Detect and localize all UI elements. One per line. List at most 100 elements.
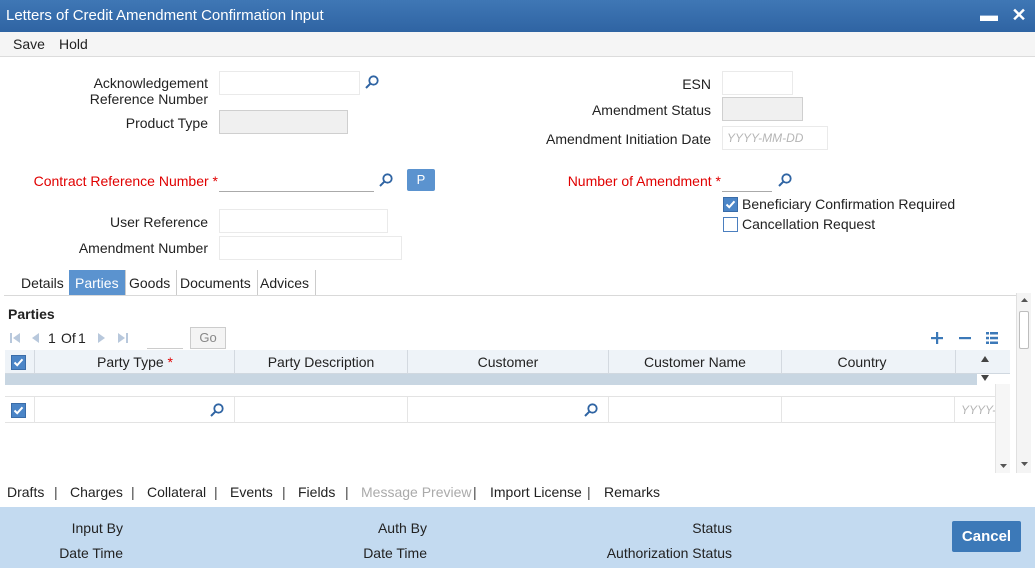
minimize-icon[interactable]: ▬ — [978, 4, 1000, 26]
tab-divider — [4, 295, 1016, 296]
number-of-amendment-input[interactable] — [722, 168, 772, 192]
message-preview-link: Message Preview — [361, 484, 472, 500]
ack-ref-search-icon[interactable] — [364, 74, 380, 90]
scroll-up-icon[interactable] — [1020, 297, 1029, 303]
parties-section-title: Parties — [8, 306, 55, 322]
customer-search-icon[interactable] — [583, 402, 599, 418]
party-description-header[interactable]: Party Description — [235, 354, 407, 370]
menu-bar: Save Hold — [0, 32, 1035, 57]
first-page-icon[interactable] — [9, 332, 21, 344]
single-view-icon[interactable] — [985, 331, 999, 345]
separator: | — [587, 484, 591, 500]
contract-ref-input[interactable] — [219, 168, 374, 192]
collateral-link[interactable]: Collateral — [147, 484, 206, 500]
user-reference-field[interactable] — [219, 209, 388, 233]
check-icon — [13, 358, 24, 367]
status-label: Status — [692, 520, 732, 536]
authorization-status-label: Authorization Status — [606, 545, 732, 561]
tab-goods[interactable]: Goods — [123, 270, 178, 296]
close-icon[interactable]: ✕ — [1008, 4, 1030, 26]
ack-ref-input[interactable] — [219, 71, 360, 95]
number-of-amendment-search-icon[interactable] — [777, 172, 793, 188]
next-page-icon[interactable] — [96, 332, 108, 344]
customer-cell[interactable] — [408, 397, 609, 423]
party-description-cell[interactable] — [235, 397, 408, 423]
separator: | — [131, 484, 135, 500]
separator: | — [214, 484, 218, 500]
grid-scrollbar-down-icon[interactable] — [999, 463, 1008, 469]
amendment-status-field — [722, 97, 803, 121]
product-type-label: Product Type — [125, 115, 208, 131]
beneficiary-confirmation-label: Beneficiary Confirmation Required — [742, 196, 956, 212]
grid-scrollbar[interactable] — [995, 384, 1010, 473]
separator: | — [473, 484, 477, 500]
page-scrollbar[interactable] — [1016, 293, 1031, 473]
subsystem-bar: Drafts | Charges | Collateral | Events |… — [0, 481, 1035, 505]
party-type-header[interactable]: Party Type * — [35, 354, 235, 370]
import-license-link[interactable]: Import License — [490, 484, 582, 500]
number-of-amendment-label-text: Number of Amendment — [567, 173, 712, 189]
last-page-icon[interactable] — [117, 332, 129, 344]
scroll-thumb[interactable] — [1019, 311, 1029, 349]
add-row-icon[interactable] — [930, 331, 944, 345]
delete-row-icon[interactable] — [958, 331, 972, 345]
fields-link[interactable]: Fields — [298, 484, 335, 500]
hold-button[interactable]: Hold — [59, 36, 88, 52]
page-number-input[interactable] — [147, 327, 183, 349]
input-by-label: Input By — [71, 520, 123, 536]
select-all-checkbox[interactable] — [11, 355, 26, 370]
customer-name-cell[interactable] — [609, 397, 782, 423]
p-button[interactable]: P — [407, 169, 435, 191]
separator: | — [282, 484, 286, 500]
contract-ref-search-icon[interactable] — [378, 172, 394, 188]
tab-advices[interactable]: Advices — [254, 270, 317, 296]
cancellation-request-checkbox[interactable] — [723, 217, 738, 232]
grid-scroll-up-icon[interactable] — [980, 355, 990, 363]
tab-parties[interactable]: Parties — [69, 270, 126, 296]
esn-field[interactable] — [722, 71, 793, 95]
required-marker: * — [167, 354, 173, 370]
drafts-link[interactable]: Drafts — [7, 484, 44, 500]
row-select-checkbox[interactable] — [11, 403, 26, 418]
party-type-header-text: Party Type — [96, 354, 164, 370]
country-header[interactable]: Country — [782, 354, 942, 370]
go-button[interactable]: Go — [190, 327, 226, 349]
scroll-down-icon[interactable] — [1020, 461, 1029, 467]
number-of-amendment-label: Number of Amendment * — [540, 173, 721, 189]
customer-name-header[interactable]: Customer Name — [609, 354, 781, 370]
pager-of-label: Of — [61, 330, 76, 346]
charges-link[interactable]: Charges — [70, 484, 123, 500]
tab-documents[interactable]: Documents — [174, 270, 258, 296]
events-link[interactable]: Events — [230, 484, 273, 500]
date-time-label: Date Time — [59, 545, 123, 561]
pager-total: 1 — [78, 330, 86, 346]
grid-header-stripe — [5, 374, 977, 385]
amendment-status-label: Amendment Status — [591, 102, 711, 118]
esn-label: ESN — [682, 76, 711, 92]
product-type-field — [219, 110, 348, 134]
auth-by-label: Auth By — [377, 520, 427, 536]
row-date-placeholder: YYYY- — [961, 403, 995, 417]
customer-header[interactable]: Customer — [408, 354, 608, 370]
required-marker: * — [212, 173, 218, 189]
tab-details[interactable]: Details — [15, 270, 71, 296]
cancellation-request-label: Cancellation Request — [742, 216, 876, 232]
country-cell[interactable] — [782, 397, 955, 423]
party-type-cell[interactable] — [35, 397, 235, 423]
check-icon — [725, 200, 736, 209]
title-bar: Letters of Credit Amendment Confirmation… — [0, 0, 1035, 32]
amendment-init-date-field[interactable]: YYYY-MM-DD — [722, 126, 828, 150]
grid-scroll-down-icon[interactable] — [980, 374, 990, 382]
separator: | — [345, 484, 349, 500]
beneficiary-confirmation-checkbox[interactable] — [723, 197, 738, 212]
amendment-init-date-label: Amendment Initiation Date — [546, 131, 711, 147]
separator: | — [54, 484, 58, 500]
auth-date-time-label: Date Time — [363, 545, 427, 561]
remarks-link[interactable]: Remarks — [604, 484, 660, 500]
previous-page-icon[interactable] — [29, 332, 41, 344]
amendment-number-field[interactable] — [219, 236, 402, 260]
cancel-button[interactable]: Cancel — [952, 521, 1021, 552]
pager-current: 1 — [48, 330, 56, 346]
party-type-search-icon[interactable] — [209, 402, 225, 418]
save-button[interactable]: Save — [13, 36, 45, 52]
